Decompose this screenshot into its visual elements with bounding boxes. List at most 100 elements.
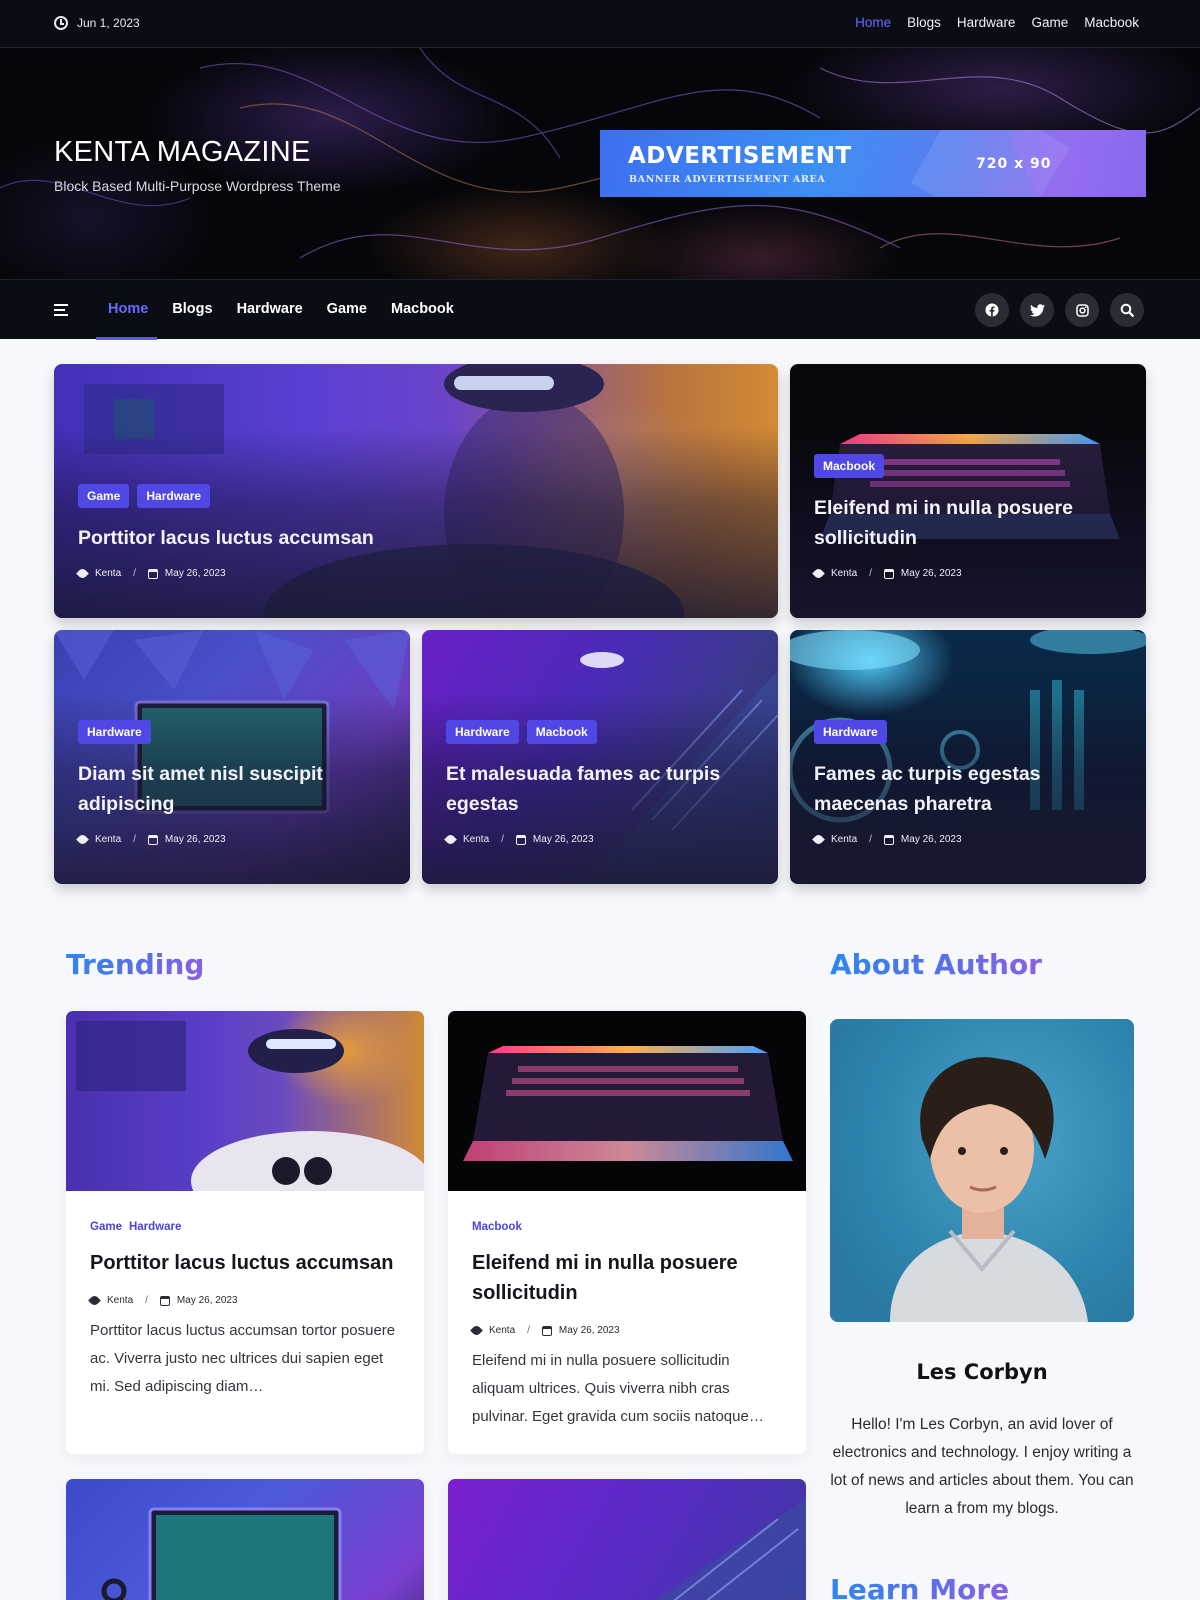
featured-post-3[interactable]: Hardware Diam sit amet nisl suscipit adi… (54, 630, 410, 884)
post-tags: Hardware Macbook (446, 720, 597, 744)
meta-separator: / (501, 834, 504, 845)
post-date[interactable]: May 26, 2023 (533, 834, 594, 845)
facebook-icon (985, 303, 999, 317)
twitter-button[interactable] (1020, 293, 1054, 327)
post-title[interactable]: Fames ac turpis egestas maecenas pharetr… (814, 759, 1114, 819)
nav-blogs[interactable]: Blogs (172, 301, 212, 317)
social-links (975, 293, 1144, 327)
author-icon (76, 833, 89, 846)
top-nav-home[interactable]: Home (855, 15, 891, 30)
trending-card-3 (66, 1479, 424, 1600)
nav-home[interactable]: Home (108, 301, 148, 317)
ad-title: ADVERTISEMENT (628, 143, 852, 169)
site-title[interactable]: KENTA MAGAZINE (54, 136, 311, 169)
meta-separator: / (527, 1325, 530, 1336)
top-nav: Home Blogs Hardware Game Macbook (855, 15, 1139, 30)
top-nav-hardware[interactable]: Hardware (957, 15, 1016, 30)
post-author[interactable]: Kenta (95, 834, 121, 845)
calendar-icon (541, 1325, 552, 1336)
category-macbook[interactable]: Macbook (472, 1221, 522, 1233)
card-date[interactable]: May 26, 2023 (177, 1295, 238, 1306)
trending-card-image[interactable] (66, 1479, 424, 1600)
facebook-button[interactable] (975, 293, 1009, 327)
author-photo (830, 1019, 1134, 1322)
about-author-heading: About Author (830, 948, 1042, 981)
post-date[interactable]: May 26, 2023 (901, 834, 962, 845)
post-meta: Kenta / May 26, 2023 (76, 567, 226, 580)
search-button[interactable] (1110, 293, 1144, 327)
post-date[interactable]: May 26, 2023 (165, 834, 226, 845)
ad-size: 720 x 90 (976, 156, 1052, 172)
card-author[interactable]: Kenta (489, 1325, 515, 1336)
card-categories: Macbook (472, 1221, 522, 1233)
author-icon (470, 1324, 483, 1337)
tag-macbook[interactable]: Macbook (814, 454, 885, 478)
top-nav-game[interactable]: Game (1031, 15, 1068, 30)
date-display: Jun 1, 2023 (54, 16, 140, 30)
card-title[interactable]: Porttitor lacus luctus accumsan (90, 1248, 404, 1278)
card-date[interactable]: May 26, 2023 (559, 1325, 620, 1336)
trending-card-4 (448, 1479, 806, 1600)
nav-game[interactable]: Game (327, 301, 367, 317)
site-header: KENTA MAGAZINE Block Based Multi-Purpose… (0, 48, 1200, 279)
author-icon (812, 833, 825, 846)
author-bio: Hello! I'm Les Corbyn, an avid lover of … (830, 1416, 1134, 1517)
category-game[interactable]: Game (90, 1221, 122, 1233)
post-title[interactable]: Diam sit amet nisl suscipit adipiscing (78, 759, 378, 819)
main-nav-links: Home Blogs Hardware Game Macbook (108, 301, 454, 317)
post-tags: Hardware (78, 720, 151, 744)
post-author[interactable]: Kenta (831, 834, 857, 845)
post-author[interactable]: Kenta (95, 568, 121, 579)
trending-card-image[interactable] (448, 1011, 806, 1191)
tag-hardware[interactable]: Hardware (78, 720, 151, 744)
nav-macbook[interactable]: Macbook (391, 301, 454, 317)
post-title[interactable]: Et malesuada fames ac turpis egestas (446, 759, 746, 819)
instagram-button[interactable] (1065, 293, 1099, 327)
featured-post-5[interactable]: Hardware Fames ac turpis egestas maecena… (790, 630, 1146, 884)
tag-hardware[interactable]: Hardware (446, 720, 519, 744)
post-author[interactable]: Kenta (463, 834, 489, 845)
card-meta: Kenta / May 26, 2023 (470, 1324, 620, 1337)
learn-more-link[interactable]: Learn More (830, 1573, 1009, 1600)
card-title[interactable]: Eleifend mi in nulla posuere sollicitudi… (472, 1248, 786, 1308)
card-author[interactable]: Kenta (107, 1295, 133, 1306)
card-categories: Game Hardware (90, 1221, 181, 1233)
laptop-photo (463, 1046, 793, 1161)
post-tags: Macbook (814, 454, 885, 478)
author-icon (76, 567, 89, 580)
vr-gamer-photo (76, 1021, 424, 1231)
card-excerpt: Eleifend mi in nulla posuere sollicitudi… (472, 1352, 764, 1425)
image-overlay (422, 630, 778, 884)
top-bar: Jun 1, 2023 Home Blogs Hardware Game Mac… (0, 0, 1200, 48)
featured-post-1[interactable]: Game Hardware Porttitor lacus luctus acc… (54, 364, 778, 618)
meta-separator: / (869, 568, 872, 579)
post-title[interactable]: Eleifend mi in nulla posuere sollicitudi… (814, 493, 1114, 553)
advertisement-banner[interactable]: ADVERTISEMENT Banner Advertisement Area … (600, 130, 1146, 197)
tag-hardware[interactable]: Hardware (137, 484, 211, 508)
featured-post-4[interactable]: Hardware Macbook Et malesuada fames ac t… (422, 630, 778, 884)
top-nav-blogs[interactable]: Blogs (907, 15, 941, 30)
menu-icon[interactable] (54, 304, 68, 316)
post-author[interactable]: Kenta (831, 568, 857, 579)
top-nav-macbook[interactable]: Macbook (1084, 15, 1139, 30)
post-tags: Game Hardware (78, 484, 211, 508)
trending-card-image[interactable] (66, 1011, 424, 1231)
tag-macbook[interactable]: Macbook (526, 720, 597, 744)
calendar-icon (883, 834, 894, 845)
nav-hardware[interactable]: Hardware (237, 301, 303, 317)
featured-post-2[interactable]: Macbook Eleifend mi in nulla posuere sol… (790, 364, 1146, 618)
instagram-icon (1075, 303, 1089, 317)
calendar-icon (147, 834, 158, 845)
post-date[interactable]: May 26, 2023 (901, 568, 962, 579)
card-meta: Kenta / May 26, 2023 (88, 1294, 238, 1307)
post-date[interactable]: May 26, 2023 (165, 568, 226, 579)
post-meta: Kenta / May 26, 2023 (812, 833, 962, 846)
trending-card-image[interactable] (448, 1479, 806, 1600)
post-title[interactable]: Porttitor lacus luctus accumsan (78, 523, 678, 553)
category-hardware[interactable]: Hardware (129, 1221, 181, 1233)
tag-game[interactable]: Game (78, 484, 130, 508)
author-icon (812, 567, 825, 580)
meta-separator: / (133, 568, 136, 579)
post-tags: Hardware (814, 720, 887, 744)
tag-hardware[interactable]: Hardware (814, 720, 887, 744)
